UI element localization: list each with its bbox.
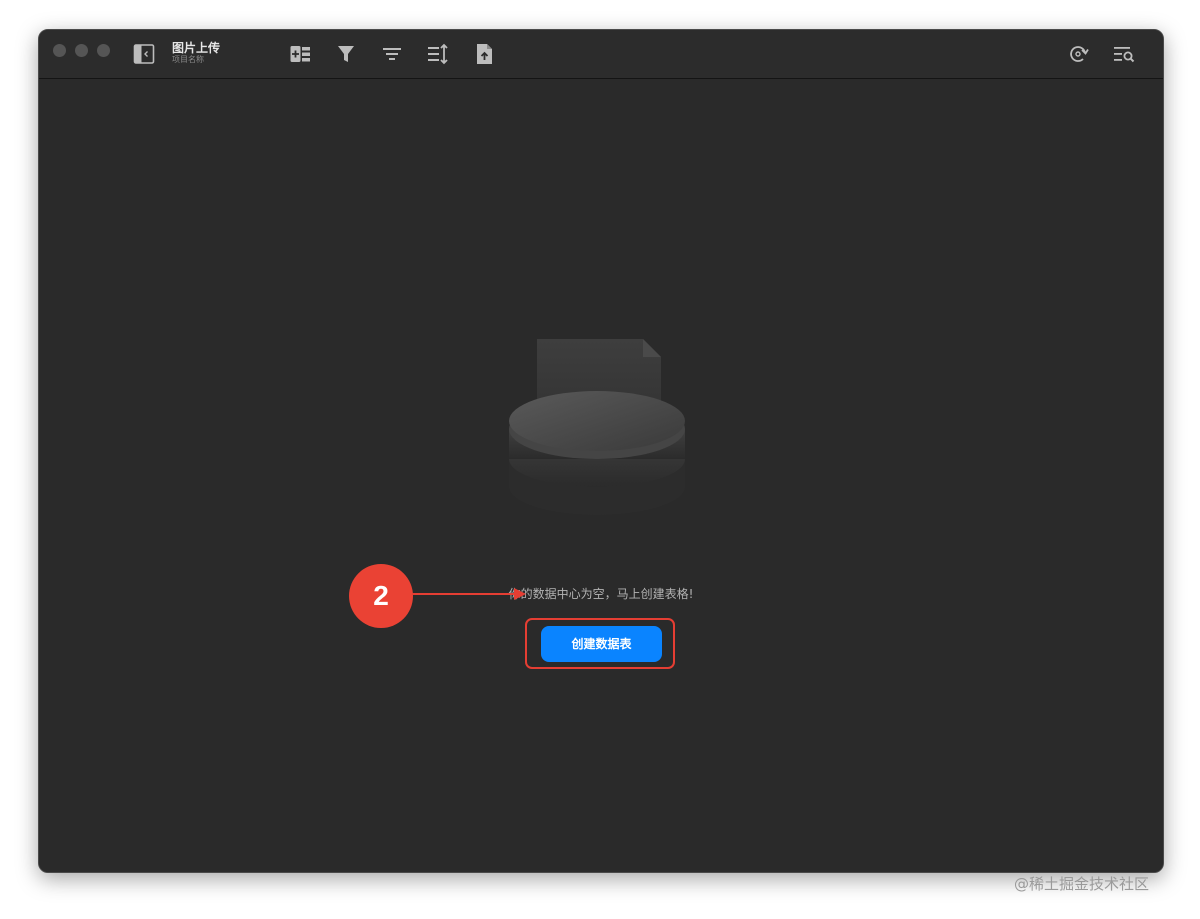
group-icon[interactable]	[380, 42, 404, 66]
annotation-arrow	[412, 586, 526, 602]
empty-database-illustration	[509, 337, 693, 517]
window-title: 图片上传	[172, 41, 221, 55]
sort-icon[interactable]	[426, 42, 450, 66]
main-content: 你的数据中心为空，马上创建表格! 创建数据表	[39, 79, 1163, 872]
filter-icon[interactable]	[334, 42, 358, 66]
window-title-block: 图片上传 项目名称	[172, 41, 220, 65]
app-window: 图片上传 项目名称 你的数据中心为空，马上创建表格! 创建数据表	[38, 29, 1164, 873]
search-list-icon[interactable]	[1112, 42, 1136, 66]
close-window-button[interactable]	[53, 44, 66, 57]
window-subtitle: 项目名称	[172, 55, 204, 64]
add-field-icon[interactable]	[288, 42, 312, 66]
minimize-window-button[interactable]	[75, 44, 88, 57]
watermark: @稀土掘金技术社区	[1014, 875, 1150, 893]
zoom-window-button[interactable]	[97, 44, 110, 57]
title-bar: 图片上传 项目名称	[39, 30, 1163, 79]
create-table-button[interactable]: 创建数据表	[541, 626, 662, 662]
annotation-step-badge: 2	[349, 564, 413, 628]
sidebar-toggle-icon[interactable]	[132, 42, 156, 66]
sync-icon[interactable]	[1066, 42, 1090, 66]
upload-file-icon[interactable]	[472, 42, 496, 66]
